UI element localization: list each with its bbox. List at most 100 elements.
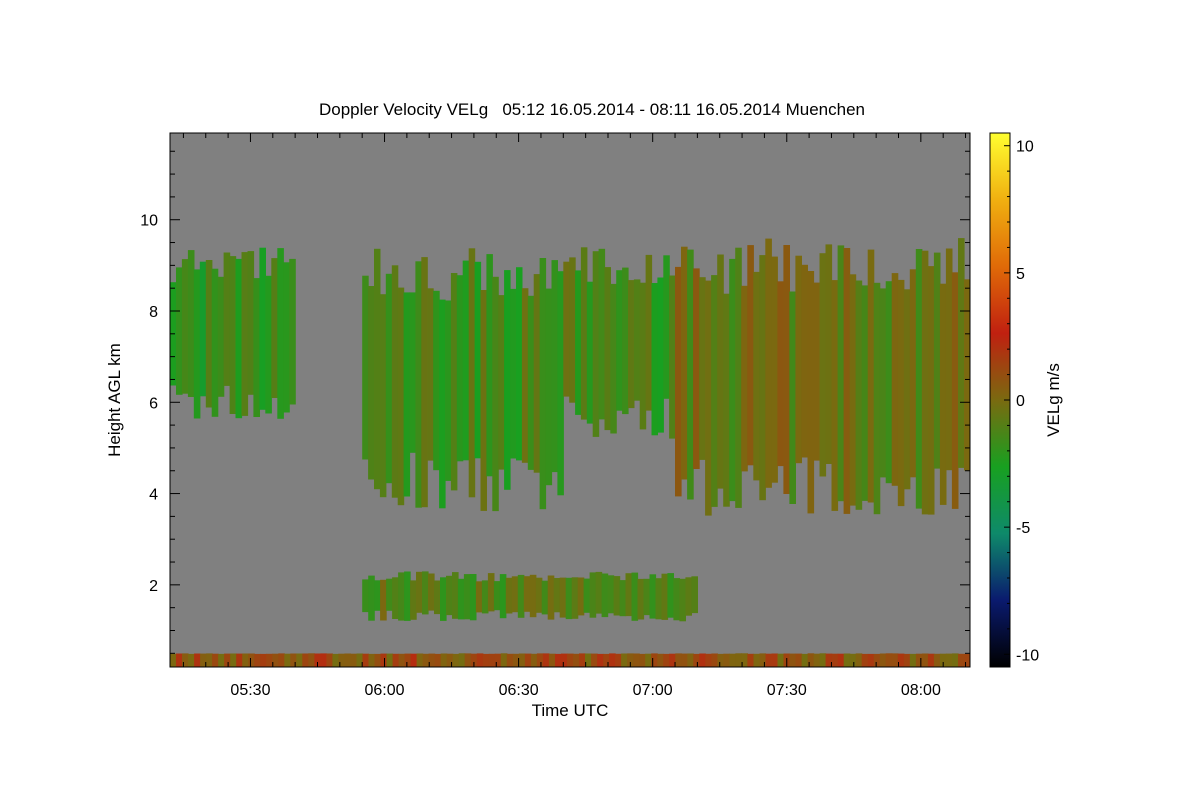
echo-column xyxy=(506,653,514,667)
echo-column xyxy=(392,577,399,619)
echo-column xyxy=(505,577,513,614)
echo-column xyxy=(933,252,941,469)
echo-column xyxy=(265,275,272,414)
echo-column xyxy=(885,653,893,667)
x-axis-label: Time UTC xyxy=(532,701,609,720)
echo-column xyxy=(193,269,201,419)
echo-column xyxy=(622,267,629,415)
echo-column xyxy=(368,286,375,480)
echo-column xyxy=(277,248,284,419)
echo-column xyxy=(541,580,549,615)
echo-column xyxy=(771,256,778,483)
echo-column xyxy=(601,573,609,618)
echo-column xyxy=(241,252,249,416)
echo-column xyxy=(499,574,507,619)
echo-column xyxy=(410,580,417,620)
echo-column xyxy=(575,270,582,415)
echo-column xyxy=(657,653,664,667)
echo-column xyxy=(909,269,917,478)
echo-column xyxy=(667,573,674,618)
echo-column xyxy=(765,653,773,667)
echo-column xyxy=(398,653,406,667)
echo-column xyxy=(693,653,700,667)
echo-column xyxy=(589,572,597,618)
x-tick-label: 06:30 xyxy=(499,682,539,699)
echo-column xyxy=(945,653,953,667)
echo-column xyxy=(488,653,496,667)
echo-column xyxy=(452,572,459,619)
echo-column xyxy=(518,653,526,667)
echo-column xyxy=(771,653,779,667)
echo-column xyxy=(813,282,821,461)
echo-column xyxy=(284,653,291,667)
echo-column xyxy=(386,653,394,667)
echo-column xyxy=(205,260,213,408)
y-tick-label: 6 xyxy=(149,395,158,412)
echo-region xyxy=(170,653,970,667)
echo-column xyxy=(663,255,670,399)
echo-column xyxy=(422,653,430,667)
echo-column xyxy=(500,653,508,667)
echo-column xyxy=(498,295,505,470)
echo-column xyxy=(591,653,598,667)
echo-column xyxy=(915,249,923,509)
echo-column xyxy=(699,653,706,667)
echo-column xyxy=(855,280,863,510)
echo-column xyxy=(711,275,718,507)
echo-column xyxy=(952,653,959,667)
echo-column xyxy=(481,580,489,614)
echo-column xyxy=(891,273,899,486)
echo-column xyxy=(542,653,550,667)
x-tick-label: 06:00 xyxy=(365,682,405,699)
echo-column xyxy=(567,653,574,667)
echo-column xyxy=(271,258,278,398)
echo-column xyxy=(607,575,615,614)
echo-column xyxy=(765,238,772,488)
echo-region xyxy=(170,247,296,419)
echo-column xyxy=(428,573,435,611)
echo-column xyxy=(517,574,525,618)
echo-column xyxy=(439,299,446,509)
echo-column xyxy=(729,258,736,502)
echo-column xyxy=(807,271,815,514)
echo-column xyxy=(433,290,440,471)
echo-column xyxy=(951,272,959,509)
echo-column xyxy=(362,275,369,460)
echo-column xyxy=(230,653,237,667)
echo-column xyxy=(450,273,458,491)
echo-column xyxy=(464,653,472,667)
echo-column xyxy=(661,573,669,620)
echo-column xyxy=(368,653,376,667)
echo-column xyxy=(527,295,535,470)
echo-column xyxy=(777,281,784,467)
echo-column xyxy=(224,653,231,667)
echo-column xyxy=(705,653,712,667)
echo-column xyxy=(628,280,635,409)
echo-column xyxy=(569,257,576,403)
echo-column xyxy=(687,249,694,500)
echo-column xyxy=(397,287,405,506)
echo-column xyxy=(533,274,541,473)
echo-column xyxy=(753,653,761,667)
echo-column xyxy=(807,653,815,667)
echo-column xyxy=(463,574,471,620)
x-tick-label: 08:00 xyxy=(901,682,941,699)
echo-region xyxy=(675,238,970,516)
colorbar-tick-label: 0 xyxy=(1016,393,1025,410)
echo-column xyxy=(687,653,694,667)
echo-column xyxy=(392,653,400,667)
echo-column xyxy=(416,571,423,613)
echo-column xyxy=(350,653,358,667)
echo-column xyxy=(247,251,255,395)
echo-column xyxy=(302,653,309,667)
echo-column xyxy=(206,653,213,667)
echo-column xyxy=(927,266,935,515)
echo-column xyxy=(595,571,603,614)
echo-column xyxy=(891,653,899,667)
echo-column xyxy=(326,653,333,667)
x-tick-label: 07:00 xyxy=(633,682,673,699)
echo-column xyxy=(843,653,851,667)
echo-column xyxy=(547,575,555,620)
echo-column xyxy=(639,282,647,430)
echo-column xyxy=(927,653,935,667)
